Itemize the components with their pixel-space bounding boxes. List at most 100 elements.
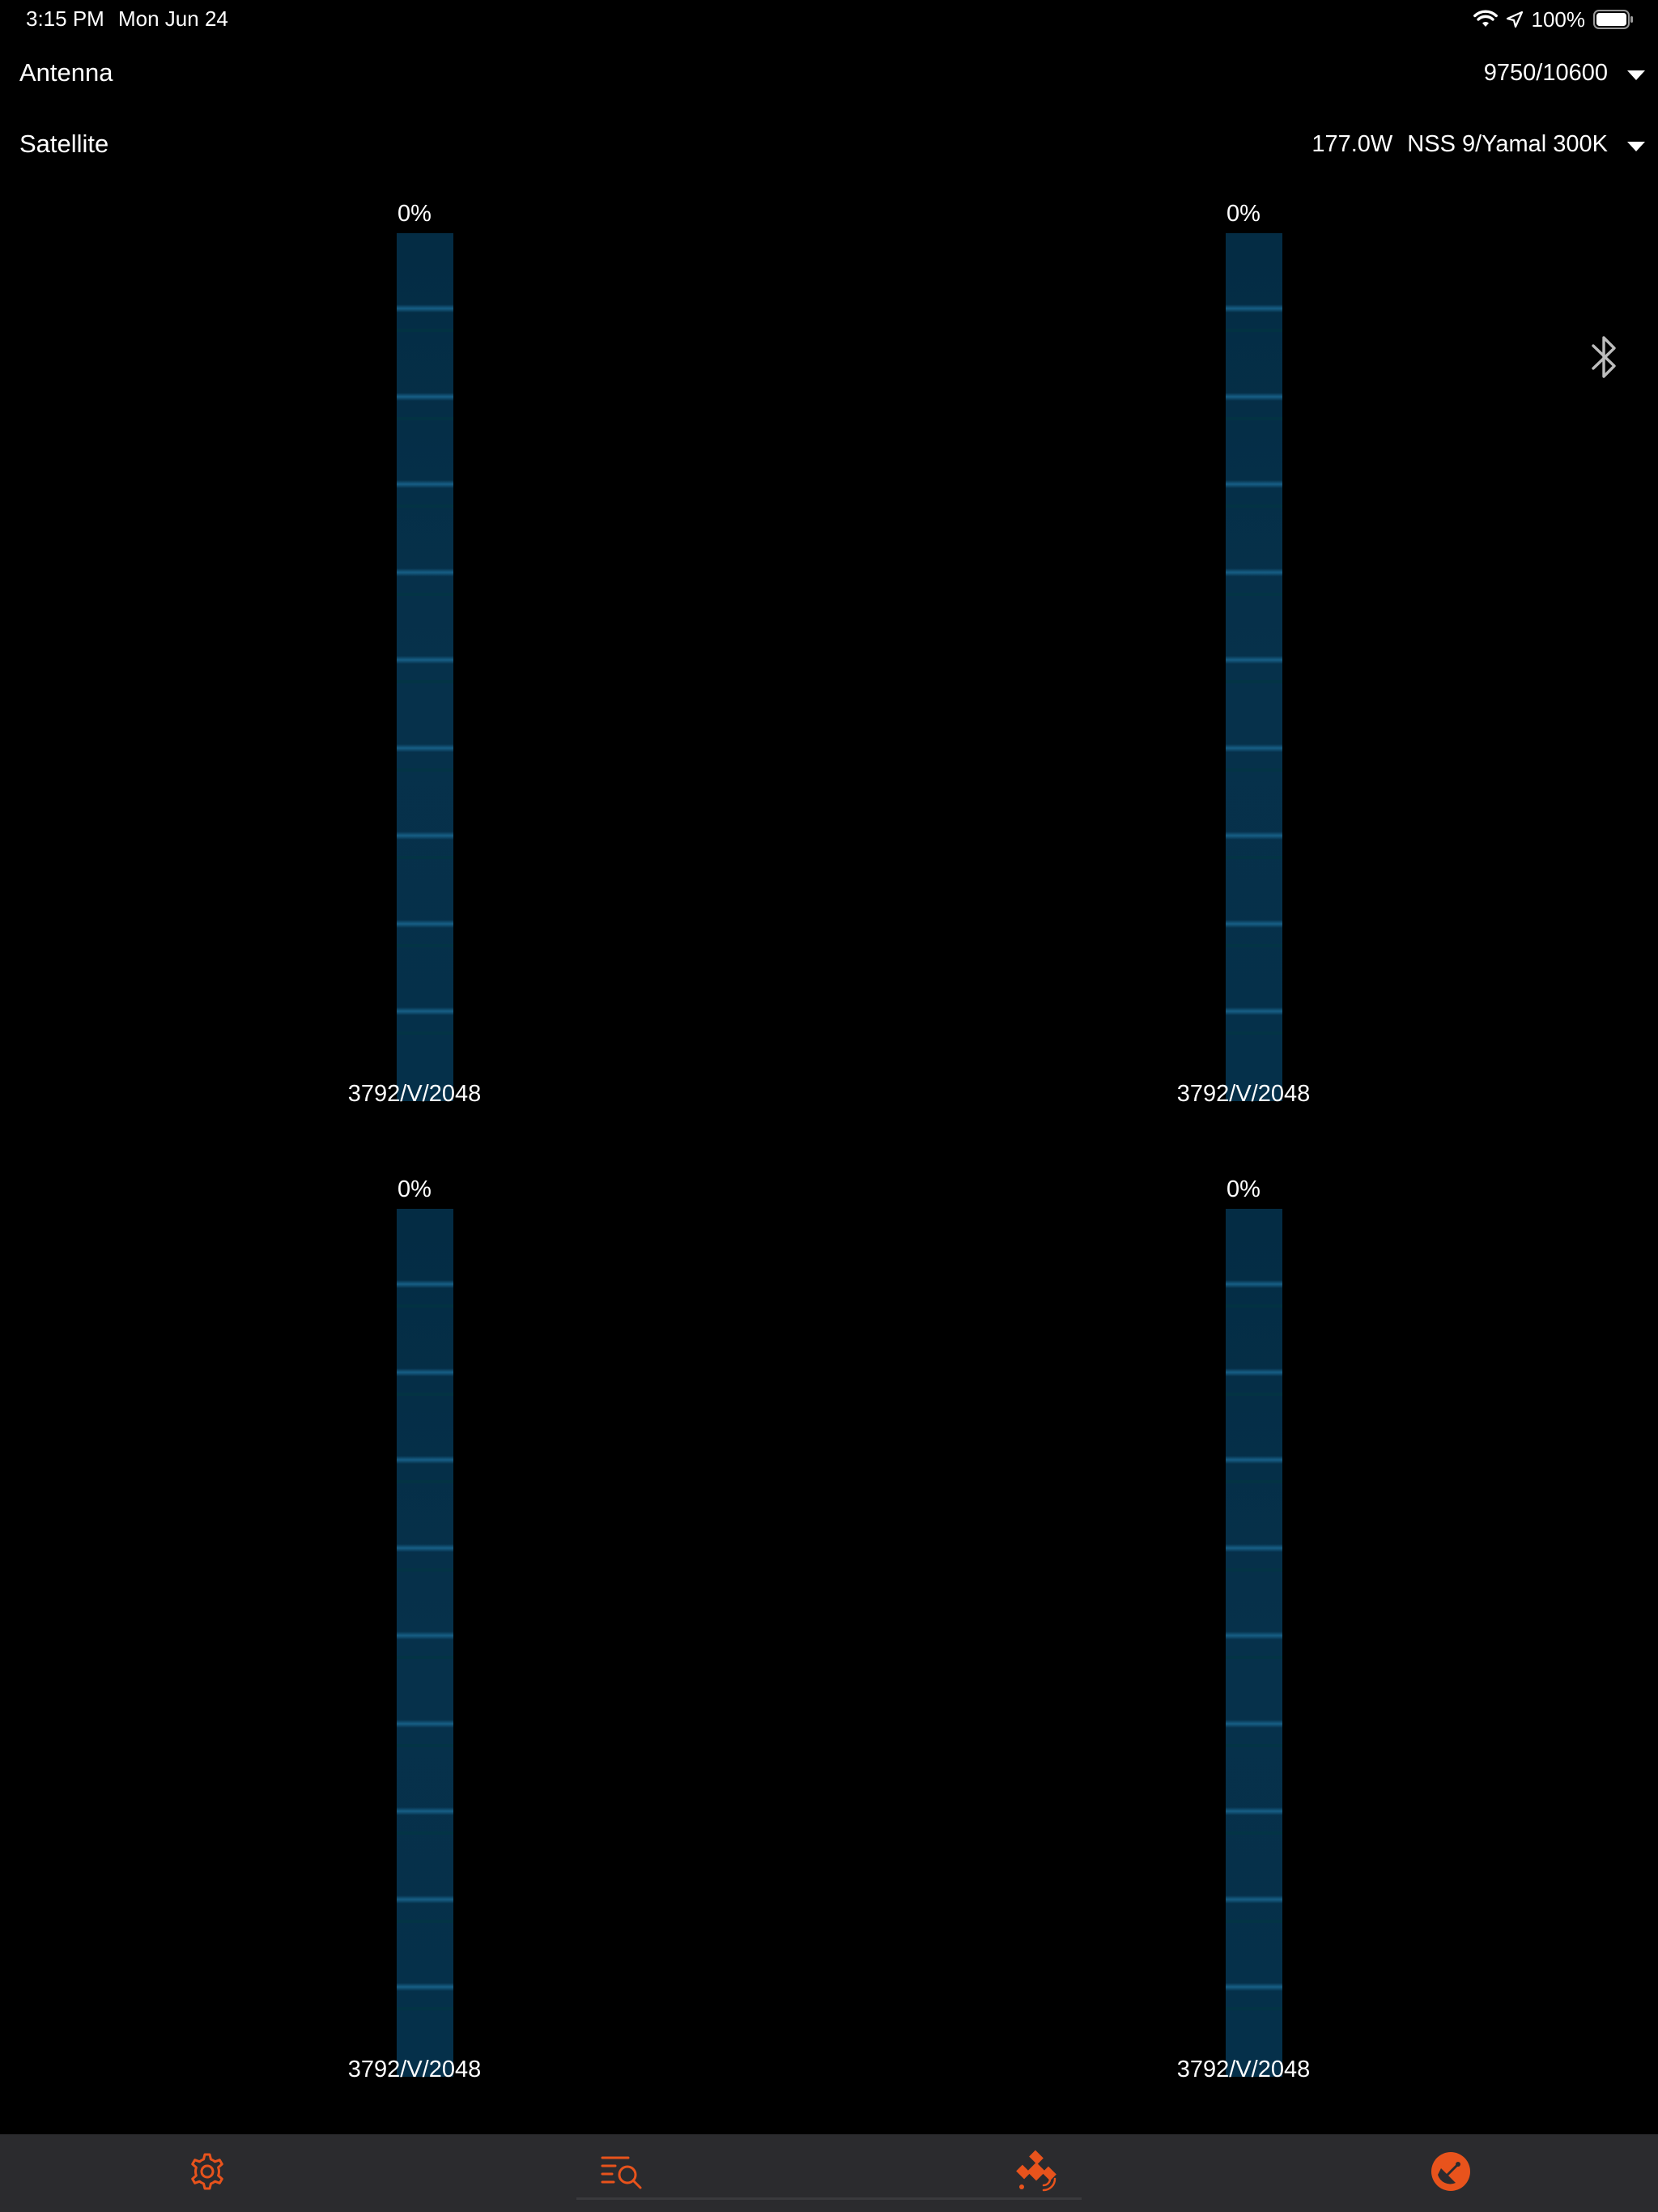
meter-tick bbox=[1226, 1543, 1282, 1552]
meter-tick-faint bbox=[1226, 1919, 1282, 1923]
meter-tick-faint bbox=[1226, 1568, 1282, 1572]
meter-tick-faint bbox=[1226, 1480, 1282, 1483]
meter-tick-faint bbox=[1226, 1831, 1282, 1835]
meter-tick bbox=[1226, 656, 1282, 664]
list-search-icon bbox=[599, 2151, 644, 2196]
caret-down-icon bbox=[1627, 70, 1645, 80]
meter-tick bbox=[397, 1719, 453, 1728]
meter-transponder: 3792/V/2048 bbox=[347, 1081, 482, 1107]
meter-tick-faint bbox=[397, 943, 453, 947]
meter-tick bbox=[397, 1807, 453, 1815]
meter-tick-faint bbox=[397, 504, 453, 508]
meter-tick bbox=[397, 1543, 453, 1552]
meter-tick-faint bbox=[397, 1919, 453, 1923]
meter-tick bbox=[397, 392, 453, 401]
meter-bar bbox=[397, 1209, 453, 2077]
meter-transponder: 3792/V/2048 bbox=[1176, 1081, 1311, 1107]
meter-tick-faint bbox=[1226, 2007, 1282, 2010]
status-time: 3:15 PM bbox=[26, 6, 104, 31]
meter-tick bbox=[1226, 832, 1282, 840]
meter-tick-faint bbox=[397, 1032, 453, 1035]
meter-tick-faint bbox=[1226, 943, 1282, 947]
meter-tick bbox=[1226, 1719, 1282, 1728]
meter-tick bbox=[397, 1007, 453, 1015]
meter-tick bbox=[397, 656, 453, 664]
meter-percent: 0% bbox=[1226, 201, 1261, 227]
meter-percent: 0% bbox=[1226, 1176, 1261, 1202]
meter-tick bbox=[397, 1456, 453, 1464]
meter-tick-faint bbox=[1226, 768, 1282, 772]
satellite-dropdown[interactable]: 177.0W NSS 9/Yamal 300K bbox=[1312, 131, 1645, 158]
meter-tick bbox=[397, 568, 453, 576]
meter-transponder: 3792/V/2048 bbox=[347, 2057, 482, 2082]
meter-tick-faint bbox=[397, 768, 453, 772]
tab-dish[interactable] bbox=[1244, 2134, 1658, 2212]
meter-tick-faint bbox=[1226, 1656, 1282, 1659]
meter-tick-faint bbox=[1226, 504, 1282, 508]
meter-tick-faint bbox=[397, 416, 453, 420]
meter-tick bbox=[1226, 1807, 1282, 1815]
meter-tick-faint bbox=[397, 1831, 453, 1835]
meter-tick bbox=[397, 832, 453, 840]
meter-tick-faint bbox=[397, 1568, 453, 1572]
antenna-value: 9750/10600 bbox=[1483, 60, 1608, 86]
meter-tick bbox=[1226, 1456, 1282, 1464]
meter-tick bbox=[1226, 1631, 1282, 1640]
antenna-row[interactable]: Antenna 9750/10600 bbox=[0, 45, 1658, 104]
meter-tick bbox=[1226, 392, 1282, 401]
meter-tick bbox=[1226, 304, 1282, 313]
meter-tick bbox=[397, 919, 453, 928]
satellite-row[interactable]: Satellite 177.0W NSS 9/Yamal 300K bbox=[0, 117, 1658, 175]
satellite-label: Satellite bbox=[19, 130, 109, 158]
status-bar: 3:15 PM Mon Jun 24 100% bbox=[0, 0, 1658, 39]
satellite-icon bbox=[1014, 2150, 1058, 2197]
meter-tick-faint bbox=[1226, 416, 1282, 420]
meter-tick-faint bbox=[397, 329, 453, 332]
meter-tick bbox=[1226, 568, 1282, 576]
dish-icon bbox=[1430, 2150, 1472, 2197]
meter-tick-faint bbox=[397, 1743, 453, 1747]
meter-tick bbox=[397, 1895, 453, 1904]
antenna-dropdown[interactable]: 9750/10600 bbox=[1484, 60, 1645, 87]
meter-tick bbox=[397, 1280, 453, 1288]
meter-tick bbox=[1226, 1007, 1282, 1015]
meter-tick-faint bbox=[1226, 680, 1282, 683]
wifi-icon bbox=[1473, 10, 1498, 29]
tab-scan-list[interactable] bbox=[414, 2134, 829, 2212]
meter-tick bbox=[1226, 1280, 1282, 1288]
satellite-position: 177.0W bbox=[1312, 131, 1393, 157]
meter-tick-faint bbox=[1226, 329, 1282, 332]
meter-tick bbox=[397, 1631, 453, 1640]
meter-tick-faint bbox=[1226, 1304, 1282, 1308]
meter-tick bbox=[1226, 480, 1282, 488]
meter-tick-faint bbox=[1226, 1743, 1282, 1747]
meter-tick-faint bbox=[397, 592, 453, 596]
meter-tick bbox=[397, 1983, 453, 1991]
meter-tick-faint bbox=[397, 680, 453, 683]
meter-tick-faint bbox=[397, 1392, 453, 1396]
meter-bar bbox=[1226, 233, 1282, 1101]
location-arrow-icon bbox=[1506, 11, 1524, 28]
meter-tick-faint bbox=[397, 1656, 453, 1659]
battery-icon bbox=[1593, 10, 1634, 29]
tab-settings[interactable] bbox=[0, 2134, 414, 2212]
status-date: Mon Jun 24 bbox=[118, 6, 228, 31]
meter-tick-faint bbox=[397, 1480, 453, 1483]
meter-tick-faint bbox=[1226, 592, 1282, 596]
meter-tick bbox=[397, 304, 453, 313]
meter-tick-faint bbox=[397, 2007, 453, 2010]
battery-percent: 100% bbox=[1531, 6, 1586, 32]
meter-tick bbox=[397, 1368, 453, 1376]
meter-bar bbox=[1226, 1209, 1282, 2077]
meter-tick-faint bbox=[1226, 1032, 1282, 1035]
meter-tick bbox=[1226, 743, 1282, 752]
meter-tick bbox=[397, 480, 453, 488]
bluetooth-icon[interactable] bbox=[1587, 332, 1622, 382]
meter-tick bbox=[1226, 919, 1282, 928]
tab-satellite[interactable] bbox=[829, 2134, 1244, 2212]
meter-tick-faint bbox=[1226, 1392, 1282, 1396]
meter-percent: 0% bbox=[397, 1176, 432, 1202]
meter-tick-faint bbox=[397, 856, 453, 859]
meter-bar bbox=[397, 233, 453, 1101]
meter-percent: 0% bbox=[397, 201, 432, 227]
